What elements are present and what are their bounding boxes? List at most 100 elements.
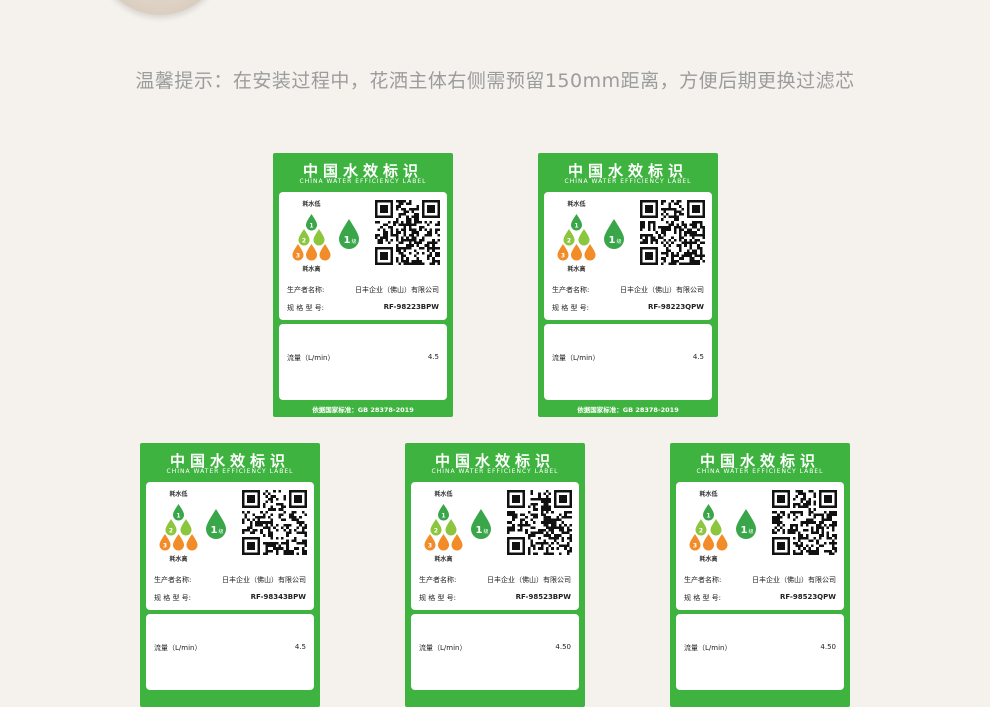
model-label: 规 格 型 号: [684,594,722,602]
maker-row: 生产者名称: 日丰企业（佛山）有限公司 [419,575,571,585]
svg-text:3: 3 [561,253,565,260]
svg-text:1: 1 [176,513,180,520]
svg-text:2: 2 [699,528,703,535]
svg-text:级: 级 [351,238,356,245]
flow-row: 流量（L/min） 4.5 [154,643,306,653]
label-info-card: 耗水低 1 2 3 耗水高 1 级 生产者名称: 日丰企业（佛山）有限公司 规 … [411,482,579,610]
model-value: RF-98223BPW [383,303,439,311]
install-tip: 温馨提示：在安装过程中，花洒主体右侧需预留150mm距离，方便后期更换过滤芯 [135,70,855,92]
flow-label: 流量（L/min） [684,644,732,652]
label-subtitle: CHINA WATER EFFICIENCY LABEL [696,468,824,475]
efficiency-scale-drops-icon: 1 2 3 [292,214,331,261]
svg-text:1: 1 [344,235,351,246]
svg-text:1: 1 [441,513,445,520]
water-efficiency-label-1: 中国水效标识 CHINA WATER EFFICIENCY LABEL 耗水低 … [273,153,453,417]
flow-row: 流量（L/min） 4.5 [552,353,704,363]
svg-text:3: 3 [296,253,300,260]
flow-label: 流量（L/min） [154,644,202,652]
label-flow-card: 流量（L/min） 4.5 [146,614,314,690]
label-subtitle: CHINA WATER EFFICIENCY LABEL [431,468,559,475]
svg-text:级: 级 [748,528,753,535]
maker-row: 生产者名称: 日丰企业（佛山）有限公司 [684,575,836,585]
high-consumption-text: 耗水高 [699,556,718,563]
water-efficiency-label-4: 中国水效标识 CHINA WATER EFFICIENCY LABEL 耗水低 … [405,443,585,707]
svg-text:1: 1 [574,223,578,230]
model-row: 规 格 型 号: RF-98523QPW [684,593,836,603]
grade-drop-icon: 1 级 [471,509,491,539]
label-flow-card: 流量（L/min） 4.50 [676,614,844,690]
svg-text:3: 3 [693,543,697,550]
grade-drop-icon: 1 级 [736,509,756,539]
qr-code-icon [772,490,837,555]
high-consumption-text: 耗水高 [302,266,321,273]
label-info-card: 耗水低 1 2 3 耗水高 1 级 生产者名称: 日丰企业（佛山）有限公司 规 … [544,192,712,320]
model-label: 规 格 型 号: [552,304,590,312]
grade-drop-icon: 1 级 [206,509,226,539]
model-row: 规 格 型 号: RF-98223BPW [287,303,439,313]
svg-text:3: 3 [163,543,167,550]
flow-value: 4.5 [692,353,704,361]
model-value: RF-98523QPW [779,593,836,601]
svg-text:2: 2 [169,528,173,535]
maker-value: 日丰企业（佛山）有限公司 [222,576,306,584]
model-label: 规 格 型 号: [154,594,192,602]
qr-code-icon [242,490,307,555]
svg-text:1: 1 [741,525,748,536]
efficiency-scale-drops-icon: 1 2 3 [424,504,463,551]
maker-label: 生产者名称: [419,576,457,584]
label-flow-card: 流量（L/min） 4.5 [544,324,712,400]
efficiency-scale-drops-icon: 1 2 3 [159,504,198,551]
qr-code-icon [507,490,572,555]
maker-row: 生产者名称: 日丰企业（佛山）有限公司 [287,285,439,295]
label-flow-card: 流量（L/min） 4.5 [279,324,447,400]
svg-text:1: 1 [309,223,313,230]
model-row: 规 格 型 号: RF-98523BPW [419,593,571,603]
svg-text:2: 2 [302,238,306,245]
qr-code-icon [375,200,440,265]
svg-text:级: 级 [483,528,488,535]
water-efficiency-label-2: 中国水效标识 CHINA WATER EFFICIENCY LABEL 耗水低 … [538,153,718,417]
svg-text:级: 级 [218,528,223,535]
flow-label: 流量（L/min） [287,354,335,362]
flow-row: 流量（L/min） 4.5 [287,353,439,363]
maker-row: 生产者名称: 日丰企业（佛山）有限公司 [552,285,704,295]
maker-row: 生产者名称: 日丰企业（佛山）有限公司 [154,575,306,585]
label-subtitle: CHINA WATER EFFICIENCY LABEL [564,178,692,185]
standard-text: 依据国家标准：GB 28378-2019 [312,406,414,414]
maker-value: 日丰企业（佛山）有限公司 [355,286,439,294]
model-value: RF-98523BPW [515,593,571,601]
svg-text:2: 2 [434,528,438,535]
maker-label: 生产者名称: [154,576,192,584]
qr-code-icon [640,200,705,265]
svg-text:1: 1 [211,525,218,536]
maker-value: 日丰企业（佛山）有限公司 [752,576,836,584]
flow-value: 4.5 [427,353,439,361]
flow-label: 流量（L/min） [419,644,467,652]
flow-row: 流量（L/min） 4.50 [684,643,836,653]
model-label: 规 格 型 号: [287,304,325,312]
svg-text:2: 2 [567,238,571,245]
efficiency-scale-drops-icon: 1 2 3 [557,214,596,261]
high-consumption-text: 耗水高 [434,556,453,563]
product-image-edge [100,0,220,15]
grade-drop-icon: 1 级 [604,219,624,249]
grade-drop-icon: 1 级 [339,219,359,249]
label-info-card: 耗水低 1 2 3 耗水高 1 级 生产者名称: 日丰企业（佛山）有限公司 规 … [279,192,447,320]
maker-label: 生产者名称: [684,576,722,584]
svg-text:1: 1 [706,513,710,520]
svg-text:1: 1 [476,525,483,536]
label-subtitle: CHINA WATER EFFICIENCY LABEL [166,468,294,475]
maker-label: 生产者名称: [552,286,590,294]
water-efficiency-label-3: 中国水效标识 CHINA WATER EFFICIENCY LABEL 耗水低 … [140,443,320,707]
label-info-card: 耗水低 1 2 3 耗水高 1 级 生产者名称: 日丰企业（佛山）有限公司 规 … [676,482,844,610]
maker-value: 日丰企业（佛山）有限公司 [620,286,704,294]
flow-label: 流量（L/min） [552,354,600,362]
label-info-card: 耗水低 1 2 3 耗水高 1 级 生产者名称: 日丰企业（佛山）有限公司 规 … [146,482,314,610]
label-flow-card: 流量（L/min） 4.50 [411,614,579,690]
high-consumption-text: 耗水高 [169,556,188,563]
maker-label: 生产者名称: [287,286,325,294]
flow-row: 流量（L/min） 4.50 [419,643,571,653]
svg-text:1: 1 [609,235,616,246]
svg-text:级: 级 [616,238,621,245]
standard-text: 依据国家标准：GB 28378-2019 [577,406,679,414]
